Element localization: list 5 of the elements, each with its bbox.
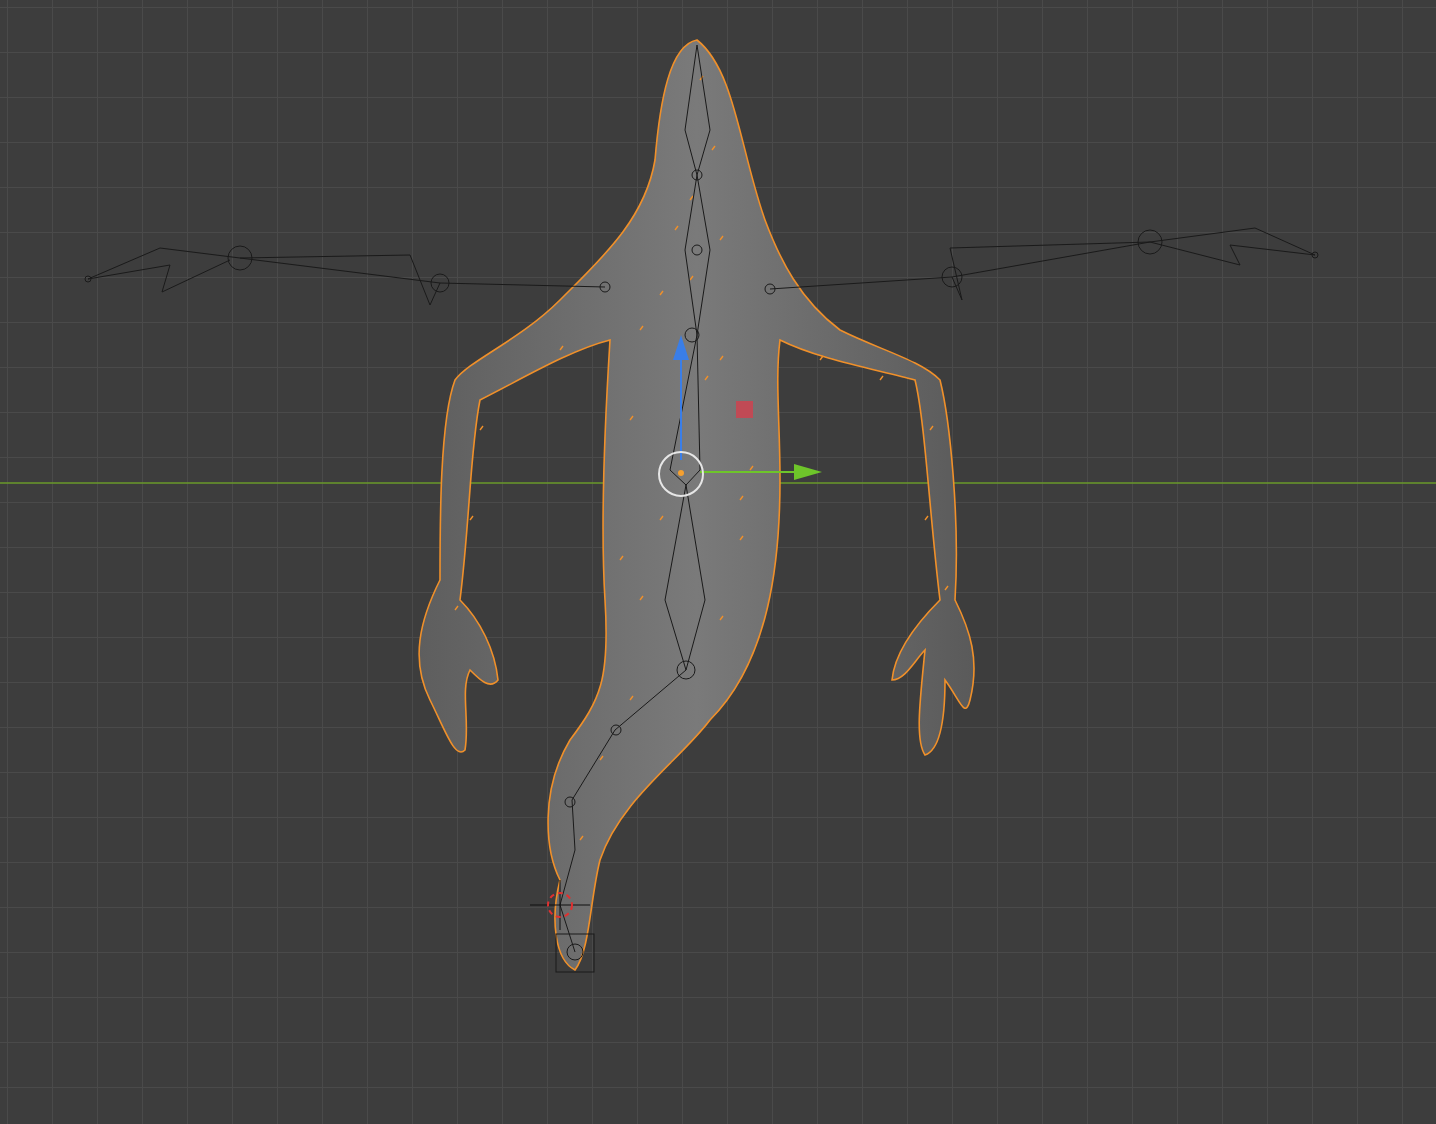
rotation-handle-icon[interactable] <box>736 401 753 418</box>
3d-cursor-icon[interactable] <box>529 879 591 931</box>
move-gizmo-drawing[interactable] <box>658 335 822 497</box>
origin-dot <box>678 470 684 476</box>
ghost-mesh[interactable] <box>418 39 975 971</box>
